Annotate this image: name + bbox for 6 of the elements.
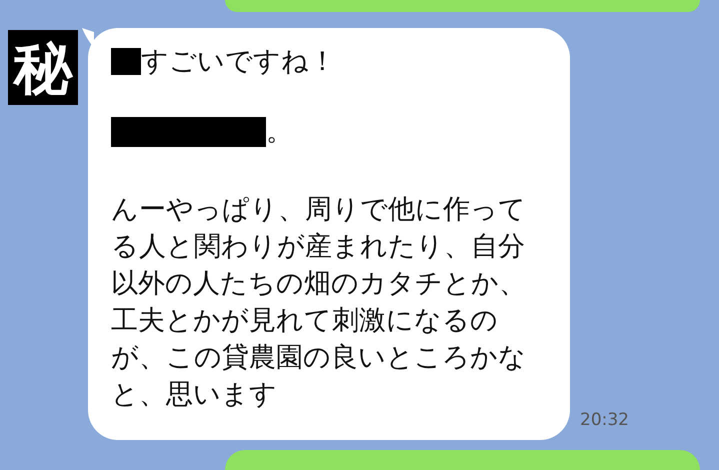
timestamp: 20:32 <box>580 410 629 430</box>
message-text: すごいですね！ <box>141 45 336 79</box>
redaction-bar <box>111 48 141 75</box>
avatar[interactable]: 秘 <box>8 30 78 105</box>
message-text: 。 <box>266 115 293 149</box>
message-paragraph: んーやっぱり、周りで他に作って る人と関わりが産まれたり、自分 以外の人たちの畑のカタチとか、 工夫とかが見れて刺激になるの が、この貸農園の良いところかな と、思います <box>111 193 527 412</box>
